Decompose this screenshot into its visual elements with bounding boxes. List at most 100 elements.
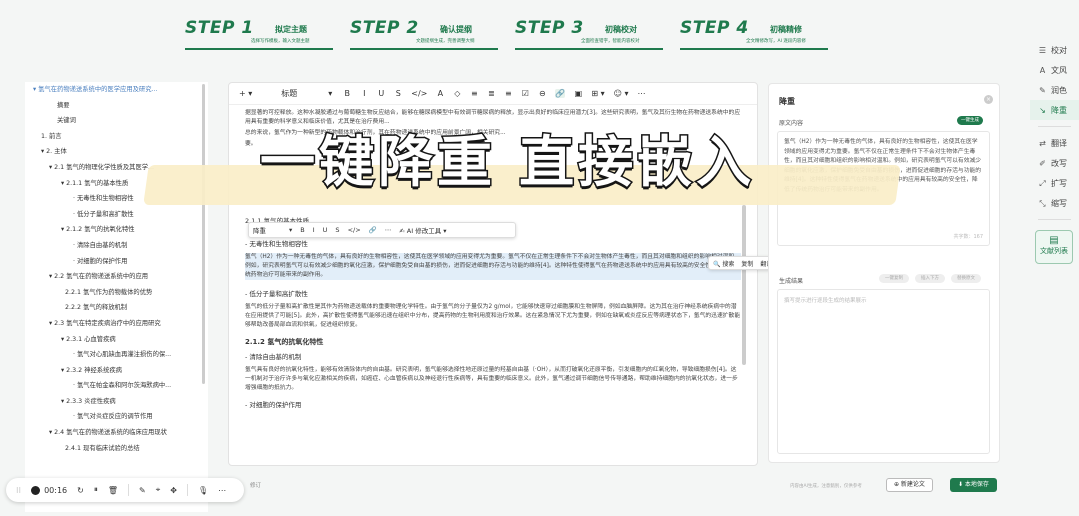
outline-item[interactable]: ▾ 2.3 氢气在特定疾病治疗中的应用研究	[25, 316, 208, 332]
toolbar-button[interactable]: ▾	[326, 89, 334, 98]
mic-icon[interactable]: 🎙	[198, 486, 208, 495]
proofread-icon: ☰	[1038, 45, 1047, 55]
outline-item[interactable]: 2.4.1 现有临床试验的总结	[25, 441, 208, 457]
format-button[interactable]: ⋯	[385, 226, 392, 234]
outline-item[interactable]: · 氢气对心肌缺血再灌注损伤的保...	[25, 347, 208, 363]
step-2[interactable]: STEP 2 确认提纲 文题提纲生成，完善调整大纲	[350, 18, 515, 50]
popup-action[interactable]: 🔍 搜索	[713, 259, 734, 268]
toolbar-button[interactable]: ≡	[504, 89, 512, 98]
revision-link[interactable]: 修订	[250, 481, 261, 489]
format-button[interactable]: U	[323, 226, 328, 234]
toolbar-button[interactable]: ⊞ ▾	[591, 89, 604, 98]
outline-item[interactable]: ▾ 2.2 氢气在药物递送系统中的应用	[25, 269, 208, 285]
toolbar-button[interactable]: I	[360, 89, 368, 98]
format-button[interactable]: 🔗	[369, 226, 377, 234]
outline-item[interactable]: ▾ 2.3.1 心血管疾病	[25, 332, 208, 348]
outline-item[interactable]: · 氢气对炎症反应的调节作用	[25, 409, 208, 425]
toolbar-button[interactable]: ⊖	[538, 89, 546, 98]
step-1[interactable]: STEP 1 拟定主题 选择写作模板，输入文题主题	[185, 18, 350, 50]
outline-item[interactable]: 2.2.1 氢气作为药物载体的优势	[25, 285, 208, 301]
pause-icon[interactable]: ⏸	[94, 485, 98, 495]
outline-item[interactable]: ▾ 2.3.2 神经系统疾病	[25, 363, 208, 379]
new-paper-button[interactable]: ⊕ 新建论文	[886, 478, 933, 492]
step-3[interactable]: STEP 3 初稿校对 全面检查错字，智能内容校对	[515, 18, 680, 50]
toolbar-button[interactable]: ☺ ▾	[614, 89, 629, 98]
rail-rewrite[interactable]: ✐ 改写	[1030, 153, 1079, 173]
format-button[interactable]: S	[335, 226, 339, 234]
editor-scrollbar[interactable]	[742, 205, 746, 365]
outline-item[interactable]: 1. 前言	[25, 129, 208, 145]
subsection-heading: - 清除自由基的机制	[245, 353, 302, 361]
generate-button[interactable]: 一键生成	[957, 116, 983, 125]
pen-icon[interactable]: ✎	[139, 486, 146, 495]
format-button[interactable]: B	[300, 226, 304, 234]
format-button[interactable]: </>	[348, 226, 361, 234]
rail-label: 翻译	[1051, 138, 1067, 148]
outline-item[interactable]: ▾ 2.1.2 氢气的抗氧化特性	[25, 222, 208, 238]
outline-panel: ▾ 氢气在药物递送系统中的医学应用及研究... 摘要 关键词 1. 前言 ▾ 2. 主体…	[25, 82, 208, 512]
toolbar-button[interactable]: ☑	[521, 89, 529, 98]
rail-label: 扩写	[1051, 178, 1067, 188]
format-button[interactable]: I	[313, 226, 315, 234]
toolbar-button[interactable]: S	[394, 89, 402, 98]
outline-item[interactable]: ▾ 2.4 氢气在药物递送系统的临床应用现状	[25, 425, 208, 441]
rail-translate[interactable]: ⇄ 翻译	[1030, 133, 1079, 153]
selected-paragraph[interactable]: 氢气（H2）作为一种无毒性的气体，具有良好的生物相容性，这使其在医学领域的应用变…	[245, 253, 741, 280]
toolbar-button[interactable]: ◇	[453, 89, 461, 98]
outline-item[interactable]: 2.2.2 氢气的释放机制	[25, 300, 208, 316]
toolbar-button[interactable]: U	[377, 89, 385, 98]
step-underline	[185, 48, 333, 50]
toolbar-button[interactable]: 标题	[261, 88, 317, 99]
copy-button[interactable]: 一键复制	[879, 274, 909, 283]
replace-button[interactable]: 替换原文	[951, 274, 981, 283]
save-local-button[interactable]: ⬇ 本地保存	[950, 478, 997, 492]
toolbar-button[interactable]: A	[436, 89, 444, 98]
outline-item[interactable]: · 氢气在帕金森和阿尔茨海默病中...	[25, 378, 208, 394]
step-4[interactable]: STEP 4 初稿精修 全文精修改写，AI 逐段内容修	[680, 18, 845, 50]
outline-item[interactable]: · 对细胞的保护作用	[25, 254, 208, 270]
toolbar-button[interactable]: ▣	[574, 89, 583, 98]
rail-style[interactable]: A 文风	[1030, 60, 1079, 80]
rail-shorten[interactable]: ⤡ 缩写	[1030, 193, 1079, 213]
floating-format-bar: 降重 ▾ B I U S </> 🔗 ⋯ ✍ AI 修改工具 ▾	[248, 222, 516, 238]
more-icon[interactable]: ⋯	[218, 486, 226, 495]
reference-list-button[interactable]: ▤ 文献列表	[1035, 230, 1073, 264]
insert-below-button[interactable]: 插入下方	[915, 274, 945, 283]
move-icon[interactable]: ✥	[170, 486, 177, 495]
step-title: 初稿校对	[605, 25, 637, 34]
step-number: STEP 1	[185, 18, 254, 38]
toolbar-button[interactable]: ≣	[487, 89, 495, 98]
format-button[interactable]: ▾	[289, 226, 292, 234]
drag-handle-icon[interactable]: ⁝⁝	[16, 486, 21, 495]
outline-item[interactable]: 摘要	[25, 98, 208, 114]
popup-action[interactable]: 复制	[741, 259, 753, 268]
steps-header: STEP 1 拟定主题 选择写作模板，输入文题主题 STEP 2 确认提纲 文题…	[185, 18, 845, 50]
format-button[interactable]: 降重	[253, 225, 281, 235]
rail-proofread[interactable]: ☰ 校对	[1030, 40, 1079, 60]
outline-scrollbar[interactable]	[202, 84, 205, 384]
record-stop-icon[interactable]	[31, 485, 41, 495]
outline-item[interactable]: ▾ 氢气在药物递送系统中的医学应用及研究...	[25, 82, 208, 98]
toolbar-button[interactable]: ⋯	[638, 89, 646, 98]
format-button[interactable]: ✍ AI 修改工具 ▾	[399, 225, 446, 235]
rail-divider	[1038, 219, 1071, 220]
outline-item[interactable]: ▾ 2.3.3 炎症性疾病	[25, 394, 208, 410]
restart-icon[interactable]: ↻	[77, 486, 84, 495]
outline-item[interactable]: · 低分子量和高扩散性	[25, 207, 208, 223]
toolbar-button[interactable]: </>	[411, 89, 427, 98]
rail-reduce[interactable]: ↘ 降重	[1030, 100, 1079, 120]
toolbar-button[interactable]: 🔗	[555, 89, 566, 98]
rail-label: 校对	[1051, 45, 1067, 55]
rail-polish[interactable]: ✎ 润色	[1030, 80, 1079, 100]
toolbar-button[interactable]: + ▾	[239, 89, 252, 98]
result-box[interactable]: 撰写提示进行逐段生成的结果展示	[777, 289, 990, 454]
delete-icon[interactable]: 🗑	[108, 486, 118, 495]
close-icon[interactable]: ×	[984, 95, 993, 104]
toolbar-button[interactable]: B	[343, 89, 351, 98]
cursor-icon[interactable]: ⌖	[156, 485, 161, 495]
outline-item[interactable]: · 清除自由基的机制	[25, 238, 208, 254]
toolbar-button[interactable]: ≡	[470, 89, 478, 98]
rail-expand[interactable]: ⤢ 扩写	[1030, 173, 1079, 193]
outline-item[interactable]: ▾ 2. 主体	[25, 144, 208, 160]
outline-item[interactable]: 关键词	[25, 113, 208, 129]
